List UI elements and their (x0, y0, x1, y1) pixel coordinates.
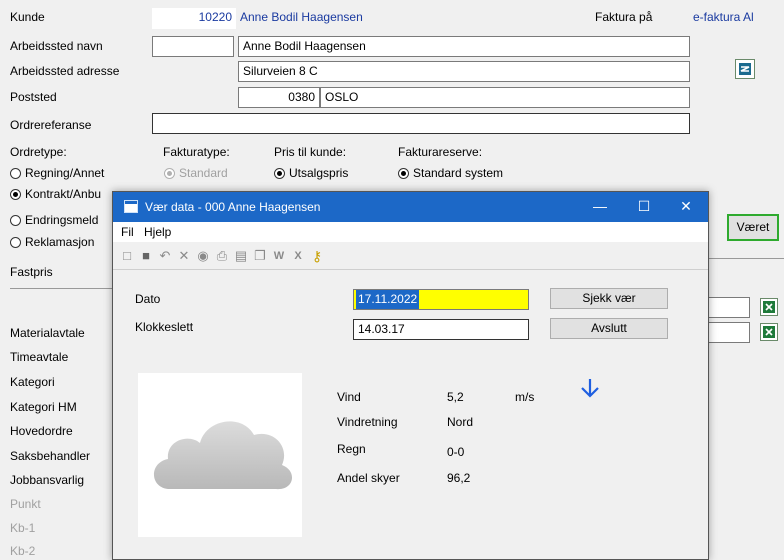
materialavtale-label: Materialavtale (10, 326, 85, 340)
fakturareserve-label: Fakturareserve: (398, 145, 483, 159)
radio-utsalgspris[interactable]: Utsalgspris (274, 166, 348, 180)
hovedordre-label: Hovedordre (10, 424, 73, 438)
kb2-label: Kb-2 (10, 544, 36, 558)
weather-dialog: Vær data - 000 Anne Haagensen — ☐ ✕ Fil … (112, 191, 709, 560)
dato-label: Dato (135, 292, 161, 306)
key-icon[interactable]: ⚷ (309, 248, 325, 264)
saksbehandler-label: Saksbehandler (10, 449, 91, 463)
andel-skyer-value: 96,2 (447, 471, 471, 485)
binoculars-icon[interactable]: ◉ (195, 248, 211, 264)
klokkeslett-field[interactable]: 14.03.17 (353, 319, 529, 340)
dialog-titlebar[interactable]: Vær data - 000 Anne Haagensen — ☐ ✕ (113, 192, 708, 222)
map-icon (739, 63, 751, 75)
dialog-title: Vær data - 000 Anne Haagensen (145, 200, 321, 214)
vindretning-value: Nord (447, 415, 474, 429)
klokkeslett-label: Klokkeslett (135, 320, 194, 334)
ordrereferanse-field[interactable] (152, 113, 690, 134)
excel-button-1[interactable] (760, 298, 778, 316)
vind-value: 5,2 (447, 390, 464, 404)
regn-label: Regn (337, 442, 366, 456)
kunde-navn: Anne Bodil Haagensen (240, 10, 363, 24)
close-button[interactable]: ✕ (664, 192, 708, 222)
print-icon[interactable]: ⎙ (214, 248, 230, 264)
sjekk-vaer-button[interactable]: Sjekk vær (550, 288, 668, 309)
faktura-pa-label: Faktura på (595, 10, 653, 24)
dato-value: 17.11.2022 (356, 290, 420, 309)
excel-button-2[interactable] (760, 323, 778, 341)
arbeidssted-navn-field[interactable]: Anne Bodil Haagensen (238, 36, 690, 57)
divider (10, 288, 112, 289)
arbeidssted-adresse-field[interactable]: Silurveien 8 C (238, 61, 690, 82)
map-button[interactable] (735, 59, 755, 79)
radio-endringsmeld[interactable]: Endringsmeld (10, 213, 98, 227)
postnr-field[interactable]: 0380 (238, 87, 320, 108)
undo-icon[interactable]: ↶ (157, 248, 173, 264)
menu-fil[interactable]: Fil (121, 225, 134, 239)
vind-unit: m/s (515, 390, 535, 404)
poststed-field[interactable]: OSLO (320, 87, 690, 108)
divider-right (709, 258, 784, 259)
word-icon[interactable]: W (271, 248, 287, 264)
regn-value: 0-0 (447, 445, 465, 459)
faktura-pa-value: e-faktura Al (693, 10, 754, 24)
radio-kontrakt[interactable]: Kontrakt/Anbu (10, 187, 101, 201)
punkt-label: Punkt (10, 497, 41, 511)
pris-label: Pris til kunde: (274, 145, 347, 159)
cloud-icon (153, 421, 293, 490)
weather-image (138, 373, 302, 537)
arbeidssted-code-field[interactable] (152, 36, 234, 57)
dialog-toolbar: □ ■ ↶ ✕ ◉ ⎙ ▤ ❐ W X ⚷ (113, 243, 708, 270)
radio-reklamasjon[interactable]: Reklamasjon (10, 235, 94, 249)
dato-field[interactable]: 17.11.2022 (353, 289, 529, 310)
kategori-label: Kategori (10, 375, 55, 389)
kunde-label: Kunde (10, 10, 45, 24)
arbeidssted-navn-label: Arbeidssted navn (10, 39, 103, 53)
excel-icon (763, 326, 775, 338)
fastpris-label: Fastpris (10, 265, 53, 279)
copy-icon[interactable]: ❐ (252, 248, 268, 264)
excel-export-icon[interactable]: X (290, 248, 306, 264)
vind-label: Vind (337, 390, 361, 404)
menu-hjelp[interactable]: Hjelp (144, 225, 171, 239)
poststed-label: Poststed (10, 90, 57, 104)
ordretype-label: Ordretype: (10, 145, 67, 159)
window-icon (124, 200, 138, 213)
timeavtale-label: Timeavtale (10, 350, 69, 364)
kunde-nr-field[interactable]: 10220 (152, 8, 236, 29)
vindretning-label: Vindretning (337, 415, 398, 429)
form-icon[interactable]: ▤ (233, 248, 249, 264)
kb1-label: Kb-1 (10, 521, 36, 535)
radio-standard-system[interactable]: Standard system (398, 166, 503, 180)
andel-skyer-label: Andel skyer (337, 471, 400, 485)
excel-icon (763, 301, 775, 313)
radio-fakturatype-standard[interactable]: Standard (164, 166, 228, 180)
jobbansvarlig-label: Jobbansvarlig (10, 473, 85, 487)
fakturatype-label: Fakturatype: (163, 145, 230, 159)
maximize-button[interactable]: ☐ (622, 192, 666, 222)
dialog-menubar: Fil Hjelp (113, 222, 708, 242)
save-icon[interactable]: ■ (138, 248, 154, 264)
radio-regning[interactable]: Regning/Annet (10, 166, 104, 180)
wind-direction-arrow-icon (581, 379, 599, 398)
arbeidssted-adresse-label: Arbeidssted adresse (10, 64, 120, 78)
vaeret-button[interactable]: Været (727, 214, 779, 241)
avslutt-button[interactable]: Avslutt (550, 318, 668, 339)
kategori-hm-label: Kategori HM (10, 400, 77, 414)
ordrereferanse-label: Ordrereferanse (10, 118, 92, 132)
minimize-button[interactable]: — (578, 192, 622, 222)
new-icon[interactable]: □ (119, 248, 135, 264)
delete-icon[interactable]: ✕ (176, 248, 192, 264)
